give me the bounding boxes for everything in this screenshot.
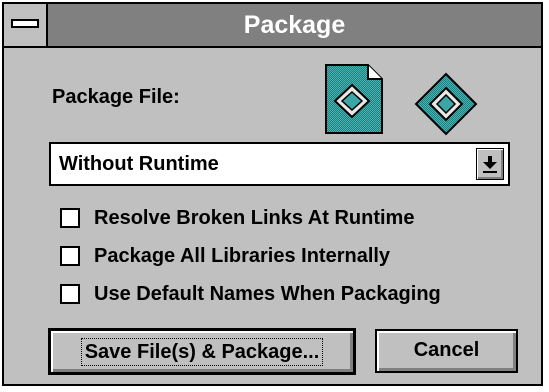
package-file-icon[interactable] (324, 63, 384, 135)
option-label: Resolve Broken Links At Runtime (94, 207, 415, 229)
checkbox-resolve-links[interactable] (60, 208, 80, 228)
diamond-icon[interactable] (414, 72, 478, 136)
system-menu-icon (11, 19, 39, 28)
dropdown-arrow-icon (483, 156, 497, 173)
checkbox-default-names[interactable] (60, 284, 80, 304)
cancel-button[interactable]: Cancel (375, 329, 518, 373)
dropdown-button[interactable] (476, 148, 504, 180)
package-type-value: Without Runtime (59, 153, 219, 175)
package-file-label: Package File: (52, 86, 180, 108)
save-package-label: Save File(s) & Package... (80, 338, 324, 366)
package-dialog: Package Package File: Without Runtime Re… (2, 2, 543, 386)
package-type-select[interactable]: Without Runtime (49, 142, 510, 186)
save-package-button[interactable]: Save File(s) & Package... (48, 328, 356, 375)
title-bar: Package (4, 4, 541, 48)
window-title: Package (243, 11, 346, 39)
option-label: Package All Libraries Internally (94, 245, 391, 267)
checkbox-package-libraries[interactable] (60, 246, 80, 266)
system-menu-button[interactable] (4, 4, 48, 46)
option-label: Use Default Names When Packaging (94, 283, 441, 305)
